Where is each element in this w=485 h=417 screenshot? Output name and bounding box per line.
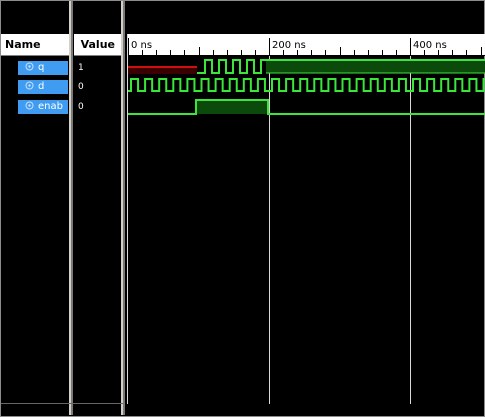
waveform-canvas[interactable]: 0 ns 200 ns 400 ns: [0, 0, 485, 417]
wave-d: [128, 78, 485, 92]
ruler-tick-label: 400 ns: [413, 40, 447, 51]
wave-enab-high-fill: [196, 100, 268, 114]
ruler-tick-label: 200 ns: [272, 40, 306, 51]
wave-q-undefined-fill: [128, 68, 197, 74]
wave-q-high-fill: [266, 60, 485, 73]
ruler-tick-label: 0 ns: [131, 40, 152, 51]
wave-enab: [128, 99, 485, 115]
time-cursors: [127, 34, 411, 404]
time-ruler[interactable]: 0 ns 200 ns 400 ns: [128, 34, 485, 56]
signal-waveforms: [128, 59, 485, 115]
